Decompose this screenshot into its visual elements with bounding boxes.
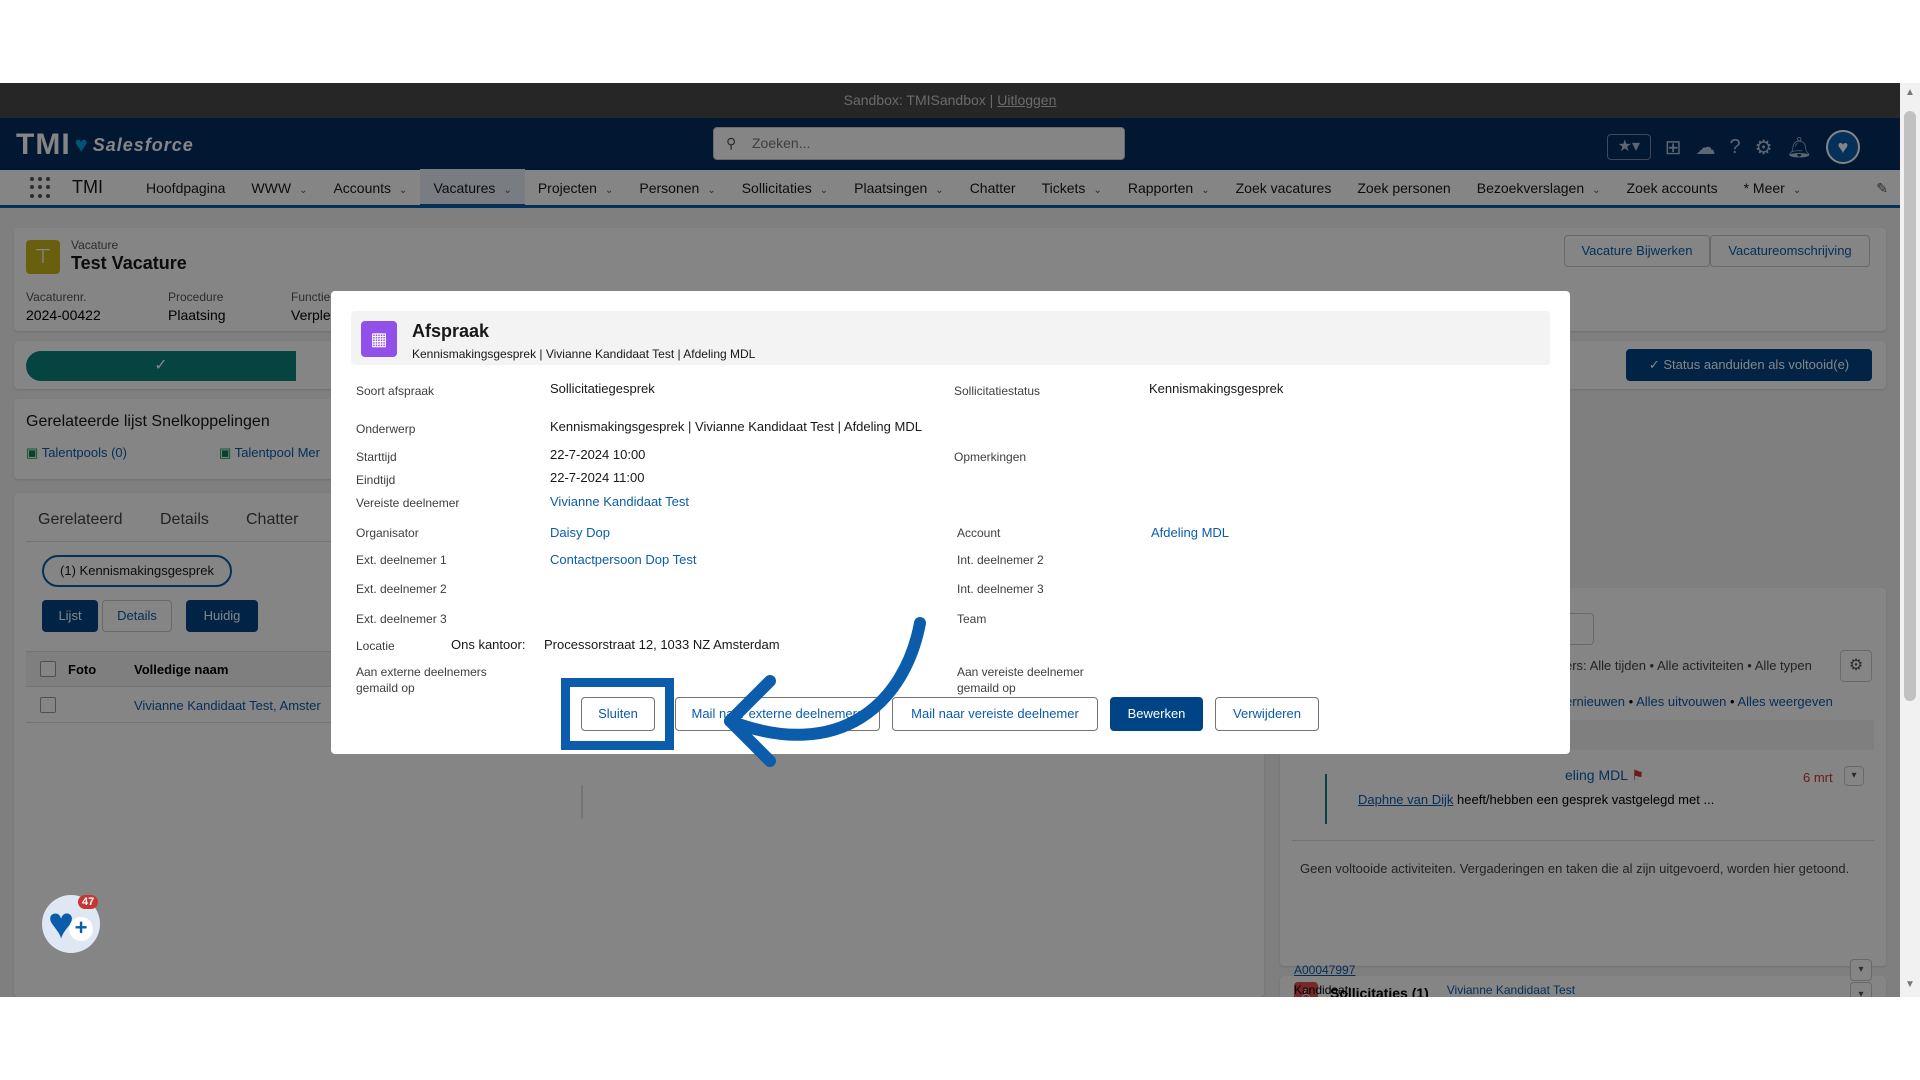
salesforce-app: Sandbox: TMISandbox | Uitloggen TMI ♥ Sa…	[0, 83, 1900, 997]
scroll-down-icon[interactable]: ▼	[1904, 979, 1916, 991]
annotation-arrow-icon	[724, 617, 926, 767]
scroll-thumb[interactable]	[1904, 111, 1916, 701]
notification-count-badge: 47	[78, 895, 99, 909]
vertical-scrollbar[interactable]: ▲ ▼	[1900, 83, 1920, 997]
plus-icon: +	[69, 917, 93, 941]
browser-viewport: Sandbox: TMISandbox | Uitloggen TMI ♥ Sa…	[0, 83, 1920, 997]
scroll-up-icon[interactable]: ▲	[1904, 87, 1916, 99]
utility-heart-button[interactable]: ♥ + 47	[42, 895, 100, 953]
